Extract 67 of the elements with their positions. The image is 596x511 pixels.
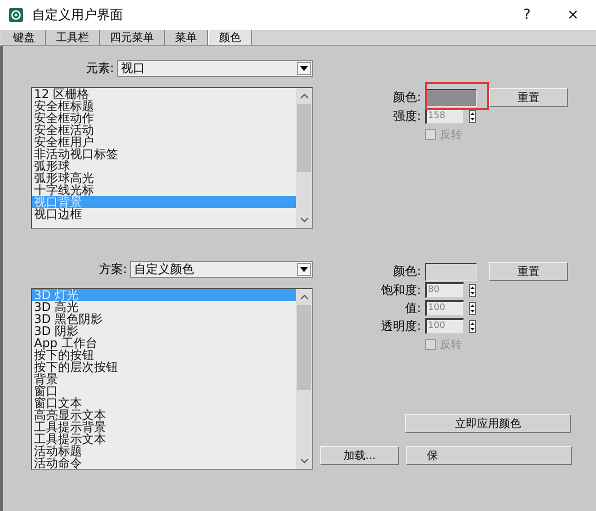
spinner-icon[interactable] xyxy=(469,320,476,332)
highlight-frame xyxy=(425,82,489,110)
list-item[interactable]: 活动命令 xyxy=(32,457,296,469)
list-item[interactable]: 窗口 xyxy=(32,385,296,397)
list-item[interactable]: 3D 黑色阴影 xyxy=(32,313,296,325)
scroll-up-icon[interactable] xyxy=(300,93,308,99)
dropdown-value: 自定义颜色 xyxy=(133,262,195,277)
spinner-icon[interactable] xyxy=(469,110,476,122)
list-item[interactable]: 按下的层次按钮 xyxy=(32,361,296,373)
scrollbar[interactable] xyxy=(296,289,312,469)
list-item[interactable]: 弧形球 xyxy=(32,160,296,172)
apply-colors-button[interactable]: 立即应用颜色 xyxy=(405,414,571,433)
list-item[interactable]: 弧形球高光 xyxy=(32,172,296,184)
tab[interactable]: 工具栏 xyxy=(46,30,100,45)
list-item[interactable]: 背景 xyxy=(32,373,296,385)
tab[interactable]: 键盘 xyxy=(3,30,46,45)
color-swatch[interactable] xyxy=(425,88,477,106)
list-item[interactable]: App 工作台 xyxy=(32,337,296,349)
field-label: 强度: xyxy=(392,108,422,124)
spinner-icon[interactable] xyxy=(469,284,476,296)
field-label: 透明度: xyxy=(380,318,422,334)
scroll-down-icon[interactable] xyxy=(300,217,308,223)
load-button[interactable]: 加载... xyxy=(320,446,399,465)
field-label: 方案: xyxy=(98,261,127,278)
list-item[interactable]: 视口边框 xyxy=(32,208,296,220)
tab[interactable]: 颜色 xyxy=(208,30,252,45)
help-button[interactable]: ? xyxy=(504,0,550,30)
field-label: 颜色: xyxy=(392,263,422,280)
field-label: 饱和度: xyxy=(380,282,422,298)
tab[interactable]: 菜单 xyxy=(165,30,208,45)
list-item[interactable]: 工具提示背景 xyxy=(32,421,296,433)
reset-button[interactable]: 重置 xyxy=(489,88,568,107)
list-item[interactable]: 十字线光标 xyxy=(32,184,296,196)
checkbox-label: 反转 xyxy=(440,336,462,352)
reset-button[interactable]: 重置 xyxy=(489,262,568,281)
save-button[interactable]: 保 xyxy=(406,446,572,465)
list-item[interactable]: 高亮显示文本 xyxy=(32,409,296,421)
dropdown-value: 视口 xyxy=(120,61,146,76)
scroll-thumb[interactable] xyxy=(297,305,311,390)
list-item[interactable]: 3D 阴影 xyxy=(32,325,296,337)
list-item[interactable]: 安全框标题 xyxy=(32,100,296,112)
color-swatch[interactable] xyxy=(425,262,477,280)
list-item[interactable]: 非活动视口标签 xyxy=(32,148,296,160)
field-label: 值: xyxy=(404,300,422,316)
window-title: 自定义用户界面 xyxy=(32,7,124,24)
scroll-thumb[interactable] xyxy=(297,104,311,172)
list-item[interactable]: 窗口文本 xyxy=(32,397,296,409)
field-label: 颜色: xyxy=(392,89,422,106)
list-item[interactable]: 安全框用户 xyxy=(32,136,296,148)
list-item[interactable]: 活动标题 xyxy=(32,445,296,457)
checkbox-label: 反转 xyxy=(440,126,462,142)
spinner-icon[interactable] xyxy=(469,302,476,314)
scroll-down-icon[interactable] xyxy=(300,458,308,464)
close-button[interactable]: × xyxy=(550,0,596,30)
list-item[interactable]: 按下的按钮 xyxy=(32,349,296,361)
list-item[interactable]: 安全框动作 xyxy=(32,112,296,124)
list-item[interactable]: 工具提示文本 xyxy=(32,433,296,445)
tab[interactable]: 四元菜单 xyxy=(100,30,165,45)
scroll-up-icon[interactable] xyxy=(300,294,308,300)
list-item[interactable]: 安全框活动 xyxy=(32,124,296,136)
list-item[interactable]: 12 区栅格 xyxy=(32,88,296,100)
field-label: 元素: xyxy=(86,60,114,77)
app-icon xyxy=(9,8,23,22)
list-item[interactable]: 3D 高光 xyxy=(32,301,296,313)
dropdown[interactable]: 视口 xyxy=(117,60,313,77)
dropdown[interactable]: 自定义颜色 xyxy=(130,261,313,278)
scrollbar[interactable] xyxy=(296,88,312,228)
